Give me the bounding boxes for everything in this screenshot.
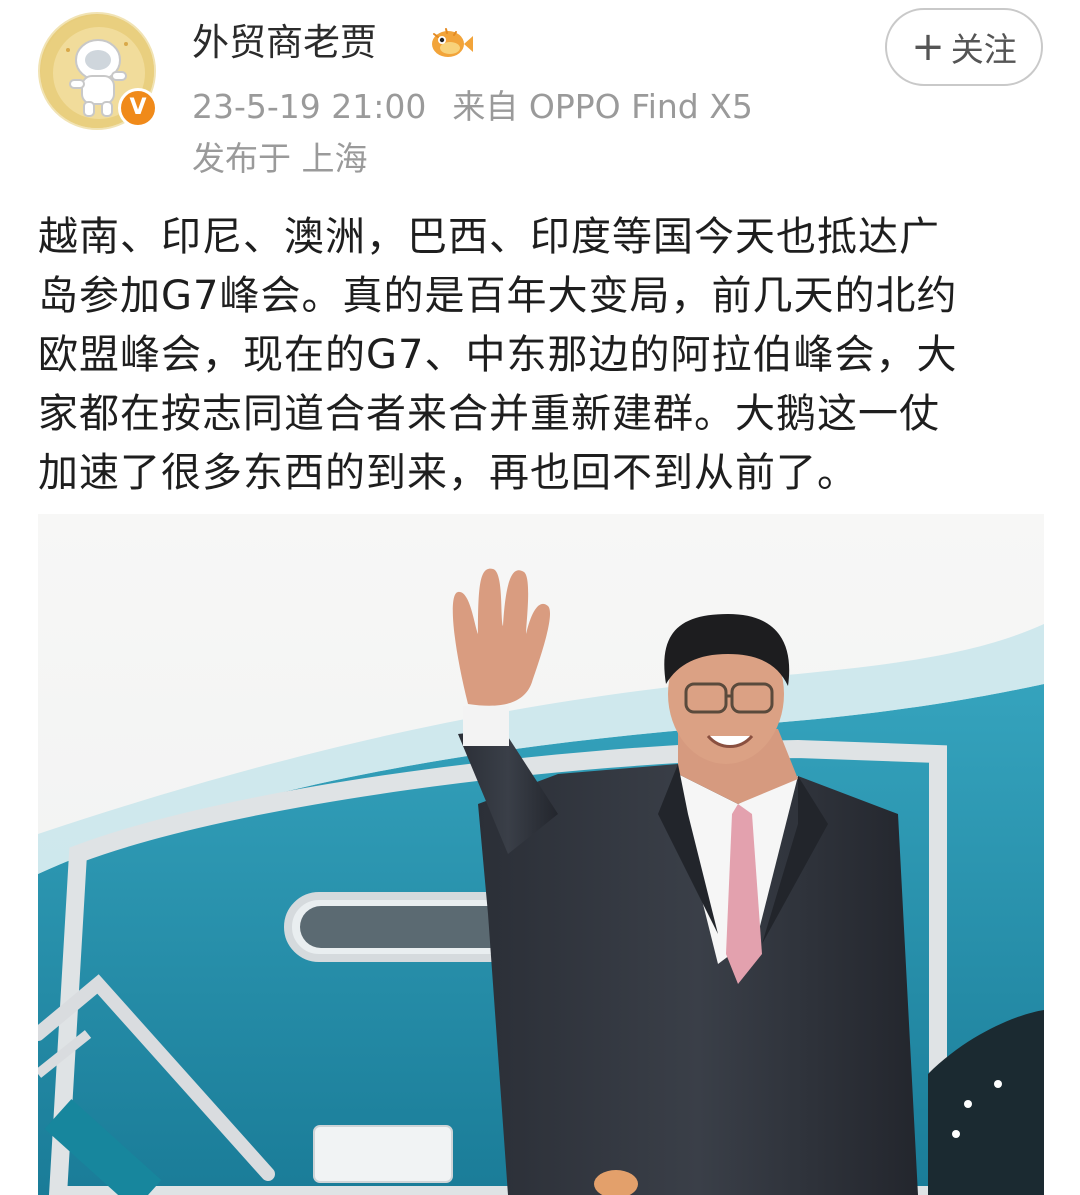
post-text-line: 加速了很多东西的到来，再也回不到从前了。	[38, 450, 858, 496]
verified-v-icon: V	[118, 88, 158, 128]
weibo-post: V 外贸商老贾 23-5-19 21:00 来自 OPPO Find X5 发布于…	[0, 0, 1080, 1195]
post-text-line: 家都在按志同道合者来合并重新建群。大鹅这一仗	[38, 391, 940, 437]
post-source[interactable]: 来自 OPPO Find X5	[452, 87, 752, 126]
post-text-line: 越南、印尼、澳洲，巴西、印度等国今天也抵达广	[38, 214, 940, 260]
post-timestamp: 23-5-19 21:00	[192, 87, 427, 126]
follow-button[interactable]: + 关注	[885, 8, 1043, 86]
post-text: 越南、印尼、澳洲，巴西、印度等国今天也抵达广 岛参加G7峰会。真的是百年大变局，…	[38, 208, 1048, 503]
post-text-line: 岛参加G7峰会。真的是百年大变局，前几天的北约	[38, 273, 958, 319]
follow-label: 关注	[950, 30, 1017, 69]
post-text-line: 欧盟峰会，现在的G7、中东那边的阿拉伯峰会，大	[38, 332, 958, 378]
plus-icon: +	[911, 24, 945, 70]
pufferfish-icon	[432, 28, 473, 57]
post-location: 发布于 上海	[192, 139, 368, 178]
photo-man-waving-at-aircraft-door	[38, 514, 1044, 1195]
author-name[interactable]: 外贸商老贾	[192, 18, 377, 68]
post-photo[interactable]	[38, 514, 1044, 1195]
post-meta: 23-5-19 21:00 来自 OPPO Find X5	[192, 84, 753, 130]
